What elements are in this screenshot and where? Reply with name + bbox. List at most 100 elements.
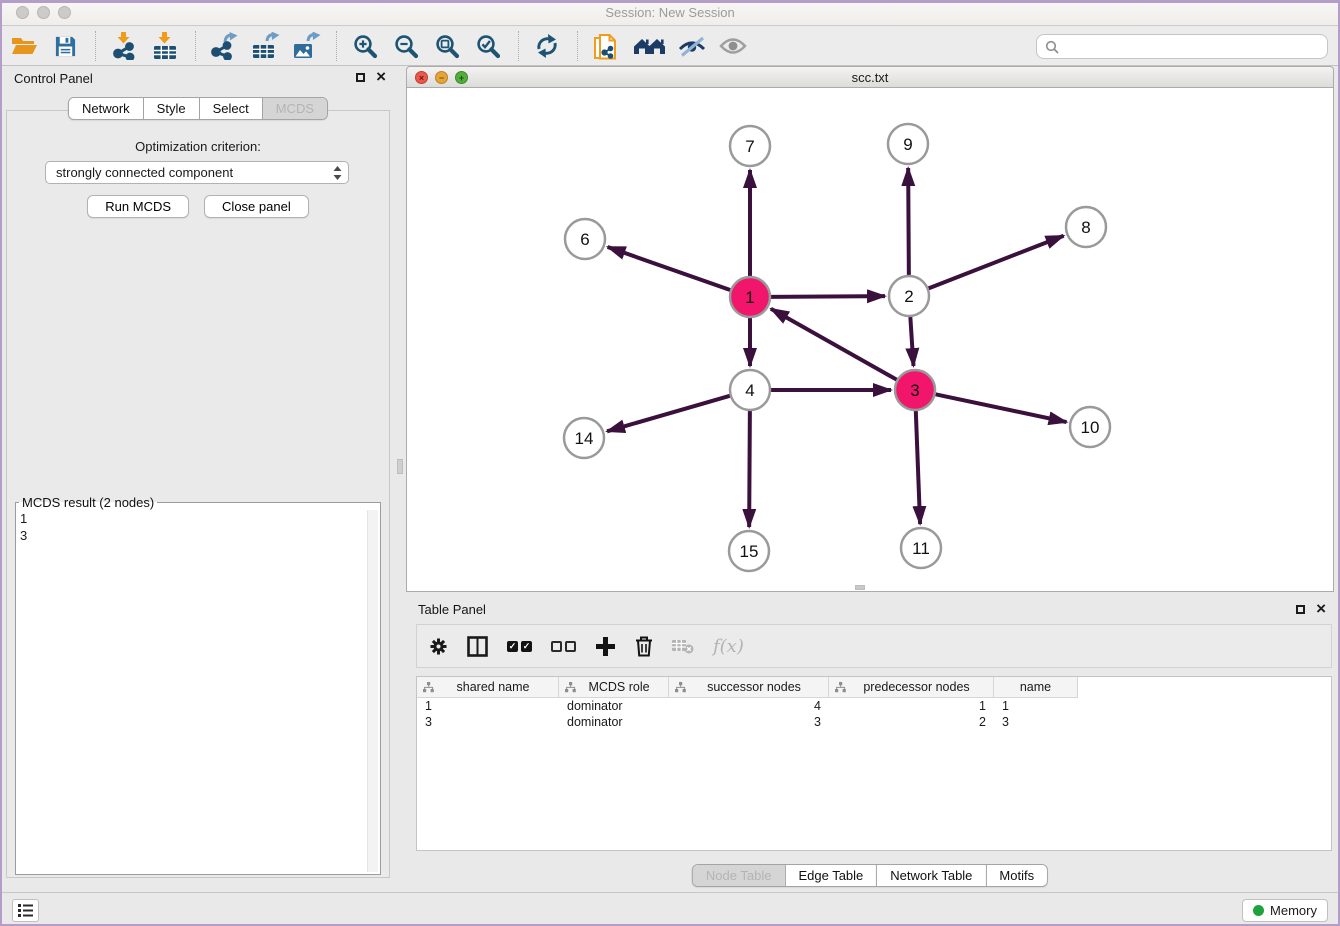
column-header-name[interactable]: name: [994, 677, 1078, 698]
import-network-button[interactable]: [108, 30, 140, 62]
table-cell: dominator: [559, 715, 669, 729]
graph-node-label: 9: [903, 135, 912, 154]
maximize-network-icon[interactable]: +: [455, 71, 468, 84]
graph-edge-1-2[interactable]: [771, 296, 885, 297]
tab-edge-table[interactable]: Edge Table: [784, 865, 876, 886]
delete-column-button[interactable]: [635, 636, 653, 657]
node-table: shared nameMCDS rolesuccessor nodesprede…: [416, 676, 1332, 851]
column-header-shared-name[interactable]: shared name: [417, 677, 559, 698]
table-settings-gear-button[interactable]: [429, 637, 448, 656]
export-table-button[interactable]: [249, 30, 281, 62]
close-table-panel-icon[interactable]: ×: [1316, 602, 1326, 616]
window-titlebar: Session: New Session: [0, 0, 1340, 26]
graph-edge-1-6[interactable]: [608, 247, 731, 290]
toolbar-separator: [195, 31, 196, 61]
table-panel-title: Table Panel: [418, 602, 486, 617]
save-session-button[interactable]: [49, 30, 81, 62]
table-row[interactable]: 1dominator411: [417, 698, 1331, 714]
tab-select[interactable]: Select: [199, 98, 262, 119]
show-all-button[interactable]: [717, 30, 749, 62]
graph-edge-3-11[interactable]: [916, 411, 920, 524]
tab-network[interactable]: Network: [69, 98, 143, 119]
task-history-button[interactable]: [12, 899, 39, 922]
float-table-panel-icon[interactable]: [1296, 605, 1305, 614]
tab-mcds[interactable]: MCDS: [262, 98, 327, 119]
delete-table-button[interactable]: [672, 638, 694, 654]
table-panel-tabs: Node TableEdge TableNetwork TableMotifs: [692, 864, 1048, 887]
run-mcds-button[interactable]: Run MCDS: [87, 195, 189, 218]
graph-edge-4-15[interactable]: [749, 411, 750, 527]
graph-edge-4-14[interactable]: [607, 396, 730, 432]
table-cell: 3: [669, 715, 829, 729]
first-neighbors-button[interactable]: [631, 30, 667, 62]
select-all-rows-icon: ✓: [507, 641, 518, 652]
criterion-dropdown[interactable]: strongly connected component: [45, 161, 349, 184]
zoom-fit-button[interactable]: [431, 30, 463, 62]
show-columns-button[interactable]: [467, 636, 488, 657]
mcds-result-box: MCDS result (2 nodes) 1 3: [15, 495, 381, 875]
tab-motifs[interactable]: Motifs: [985, 865, 1047, 886]
graph-edge-2-9[interactable]: [908, 168, 909, 275]
graph-edge-2-3[interactable]: [910, 317, 913, 366]
open-session-button[interactable]: [8, 30, 40, 62]
import-network-icon: [111, 32, 138, 60]
table-row[interactable]: 3dominator323: [417, 714, 1331, 730]
table-cell: 3: [417, 715, 559, 729]
search-input[interactable]: [1059, 38, 1327, 55]
tab-style[interactable]: Style: [143, 98, 199, 119]
network-canvas[interactable]: 7968124314101511: [406, 88, 1334, 592]
graph-edge-3-10[interactable]: [936, 394, 1067, 422]
network-window-titlebar[interactable]: × − + scc.txt: [406, 66, 1334, 88]
zoom-out-button[interactable]: [390, 30, 422, 62]
control-panel: Control Panel × NetworkStyleSelectMCDS O…: [0, 66, 396, 888]
dropdown-stepper-icon: [333, 165, 342, 181]
column-header-predecessor-nodes[interactable]: predecessor nodes: [829, 677, 994, 698]
memory-status-icon: [1253, 905, 1264, 916]
column-header-successor-nodes[interactable]: successor nodes: [669, 677, 829, 698]
result-scrollbar[interactable]: [367, 510, 378, 872]
import-table-button[interactable]: [149, 30, 181, 62]
close-panel-button[interactable]: Close panel: [204, 195, 309, 218]
graph-edge-2-8[interactable]: [929, 236, 1064, 289]
network-graph: 7968124314101511: [407, 88, 1333, 596]
status-bar: Memory: [0, 892, 1340, 926]
hide-selected-button[interactable]: [676, 30, 708, 62]
graph-node-label: 4: [745, 381, 754, 400]
open-session-icon: [10, 34, 38, 58]
criterion-dropdown-value: strongly connected component: [56, 165, 333, 180]
tab-node-table[interactable]: Node Table: [693, 865, 785, 886]
zoom-out-icon: [393, 33, 420, 60]
close-panel-icon[interactable]: ×: [376, 70, 386, 84]
canvas-scroll-handle[interactable]: [855, 585, 865, 590]
toolbar-separator: [577, 31, 578, 61]
splitter-handle[interactable]: [397, 459, 403, 474]
toolbar-separator: [336, 31, 337, 61]
network-from-selection-icon: [593, 33, 619, 60]
search-box[interactable]: [1036, 34, 1328, 59]
select-all-rows-button[interactable]: ✓ ✓: [507, 641, 532, 652]
add-column-button[interactable]: [595, 636, 616, 657]
save-session-icon: [54, 35, 77, 58]
zoom-selected-button[interactable]: [472, 30, 504, 62]
table-cell: dominator: [559, 699, 669, 713]
minimize-network-icon[interactable]: −: [435, 71, 448, 84]
graph-edge-3-1[interactable]: [771, 309, 897, 380]
zoom-in-button[interactable]: [349, 30, 381, 62]
export-image-button[interactable]: [290, 30, 322, 62]
task-history-icon: [18, 904, 33, 917]
deselect-all-rows-button[interactable]: [551, 641, 576, 652]
tab-network-table[interactable]: Network Table: [876, 865, 985, 886]
close-network-icon[interactable]: ×: [415, 71, 428, 84]
graph-node-label: 10: [1081, 418, 1100, 437]
refresh-view-button[interactable]: [531, 30, 563, 62]
export-network-button[interactable]: [208, 30, 240, 62]
float-panel-icon[interactable]: [356, 73, 365, 82]
function-builder-icon[interactable]: f(x): [713, 636, 744, 657]
mcds-panel: Optimization criterion: strongly connect…: [6, 110, 390, 878]
memory-button[interactable]: Memory: [1242, 899, 1328, 922]
column-header-MCDS-role[interactable]: MCDS role: [559, 677, 669, 698]
graph-node-label: 6: [580, 230, 589, 249]
add-column-icon: [595, 636, 616, 657]
network-from-selection-button[interactable]: [590, 30, 622, 62]
mcds-result-text[interactable]: 1 3: [20, 510, 364, 872]
